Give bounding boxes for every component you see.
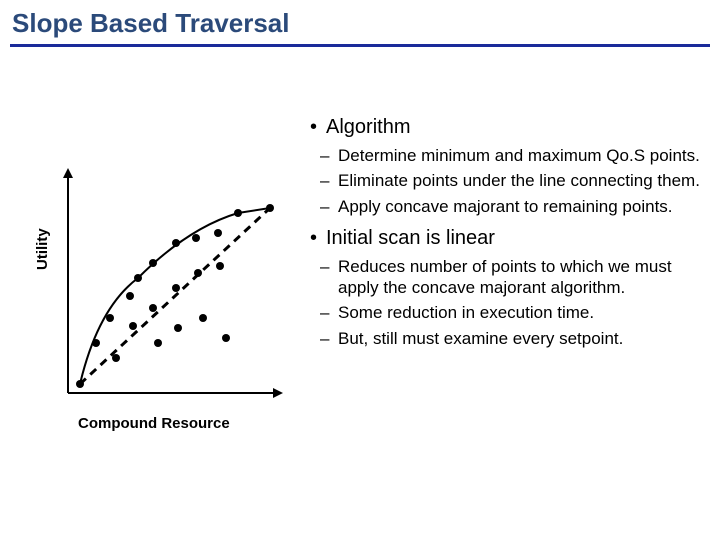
sub-bullet: But, still must examine every setpoint. [338,328,705,349]
sub-bullet: Eliminate points under the line connecti… [338,170,705,191]
sub-bullet: Reduces number of points to which we mus… [338,256,705,299]
content-text: Algorithm Determine minimum and maximum … [310,110,705,359]
sub-bullet: Determine minimum and maximum Qo.S point… [338,145,705,166]
title-underline [10,44,710,47]
x-axis-label: Compound Resource [78,415,230,432]
bullet-algorithm: Algorithm [326,116,705,139]
y-axis-label: Utility [34,228,51,270]
scatter-chart [58,168,288,408]
page-title: Slope Based Traversal [12,8,289,39]
sub-bullet: Some reduction in execution time. [338,302,705,323]
x-axis-arrow-icon [273,388,283,398]
y-axis-arrow-icon [63,168,73,178]
slide: Slope Based Traversal Utility Compound R… [0,0,720,540]
dashed-line [80,208,270,384]
bullet-initial-scan: Initial scan is linear [326,227,705,250]
sub-bullet: Apply concave majorant to remaining poin… [338,196,705,217]
